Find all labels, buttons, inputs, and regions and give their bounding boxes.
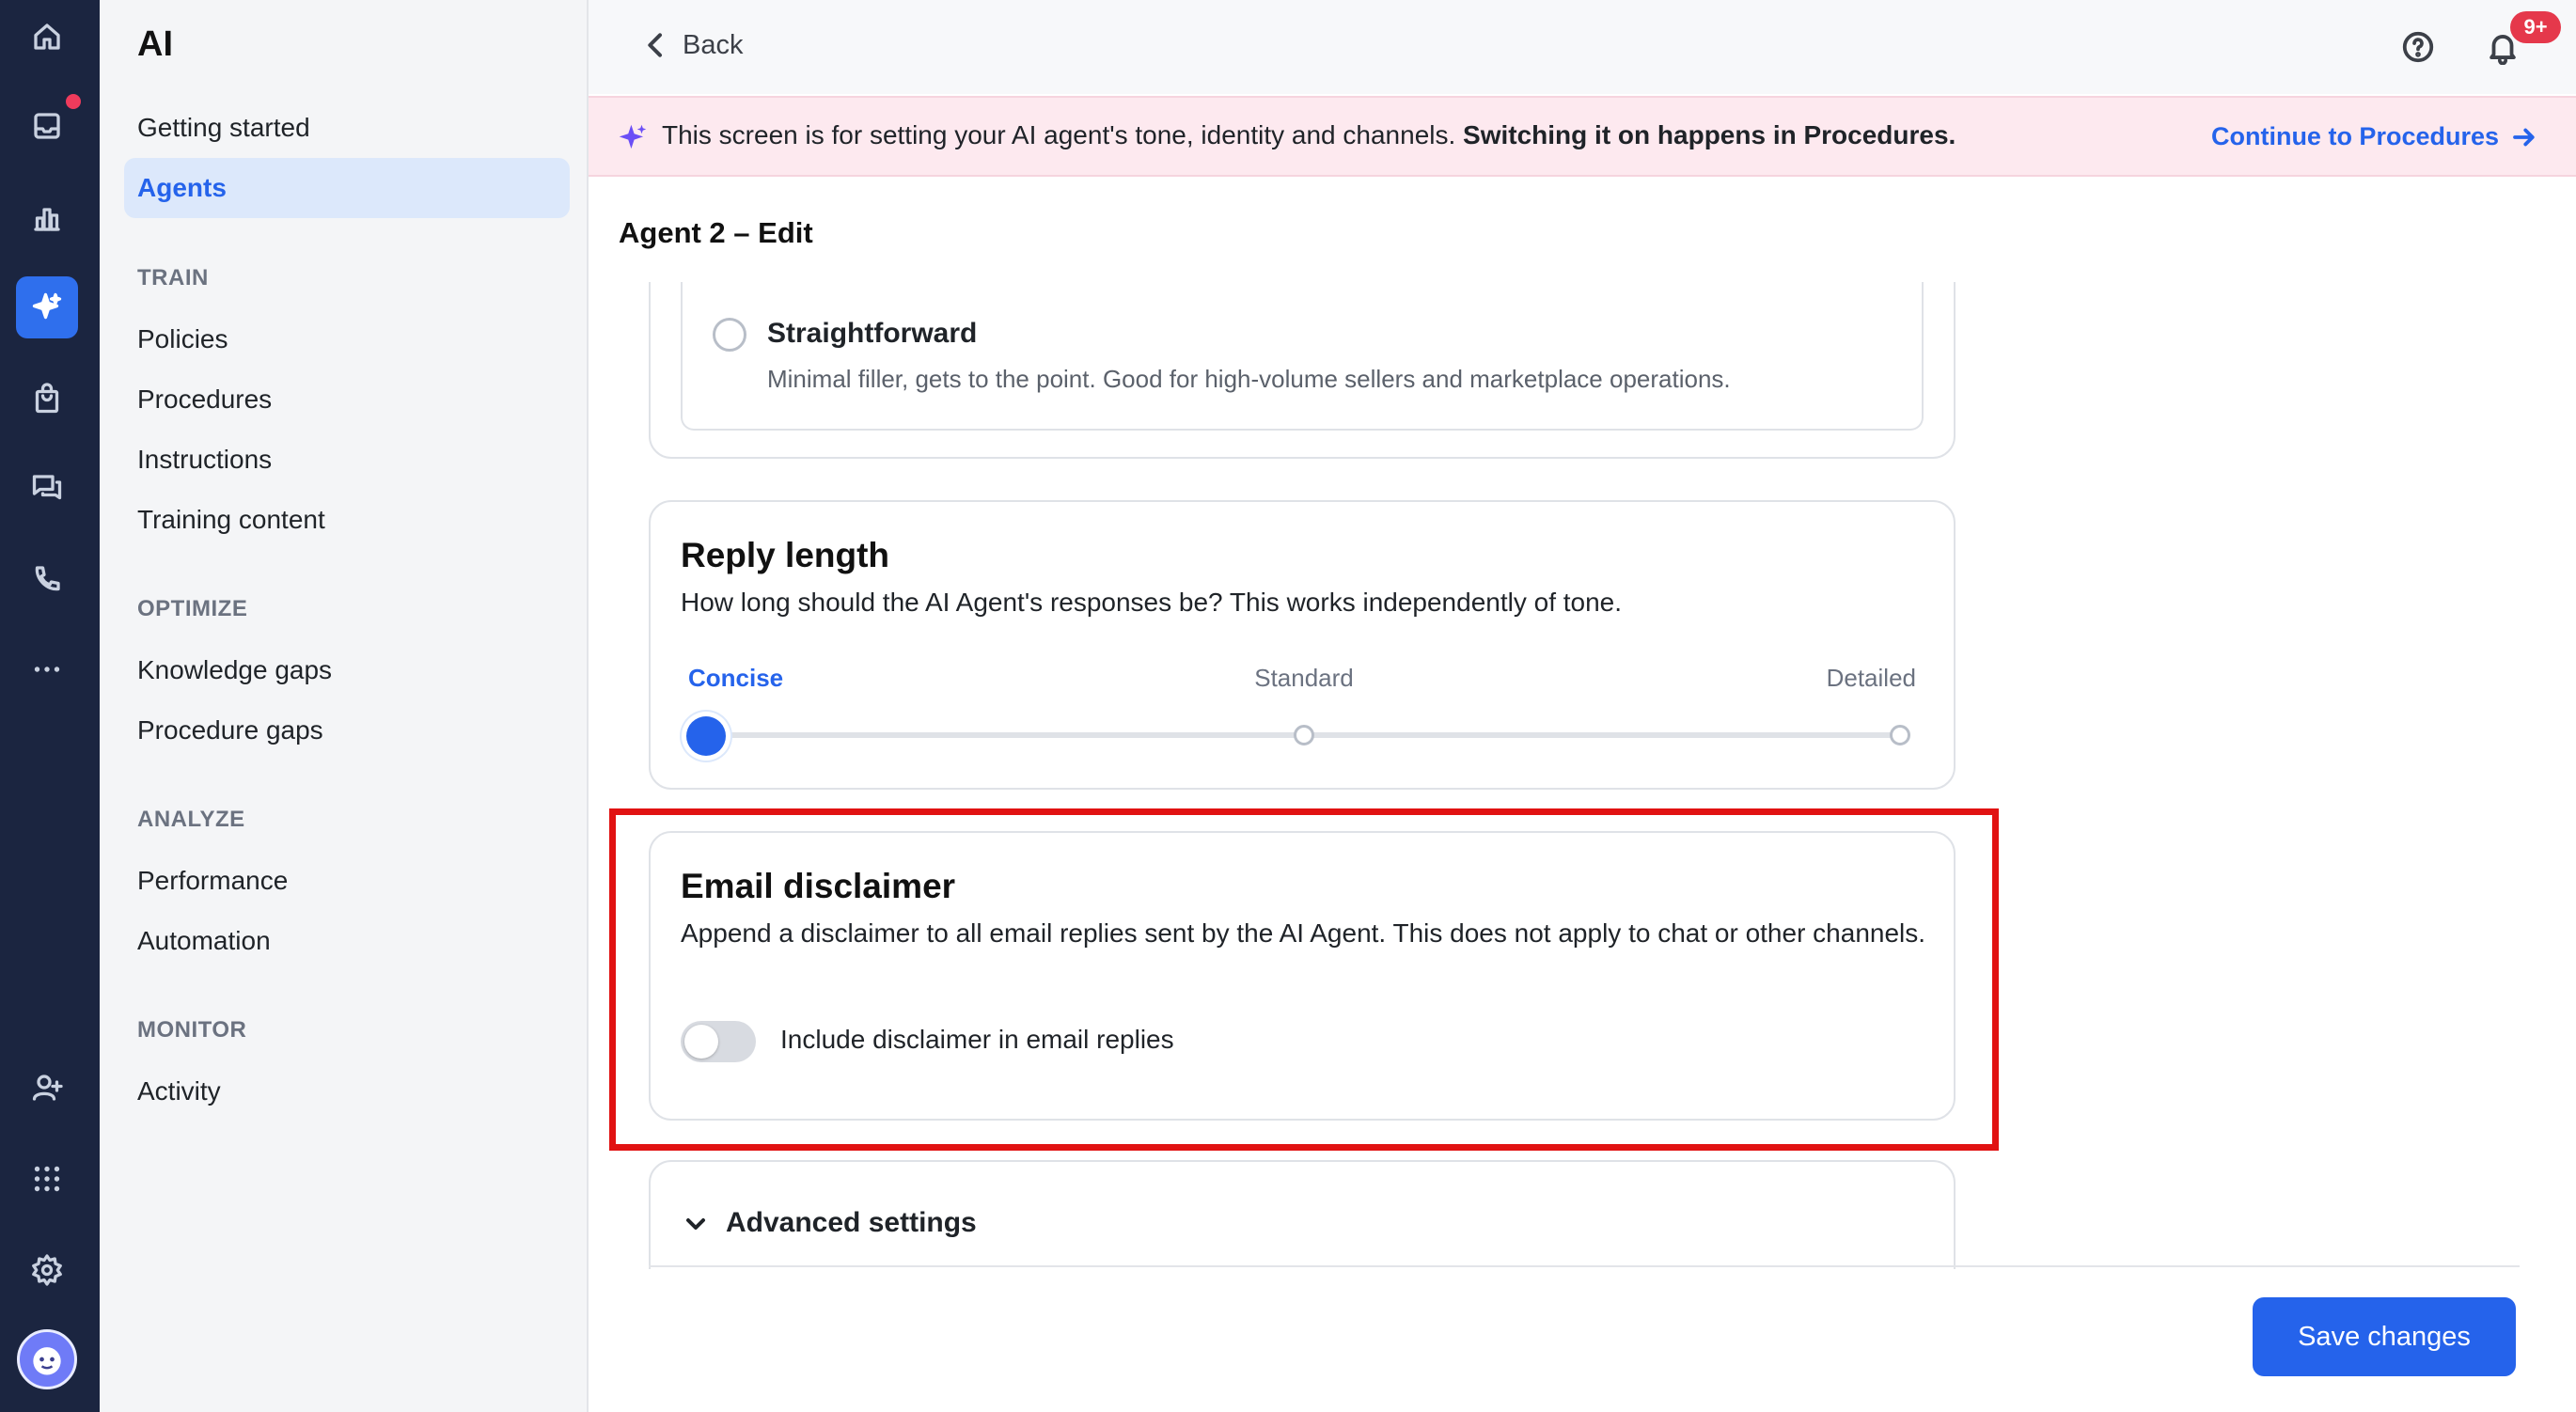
main-content: Back 9+ This screen is for setting your …	[589, 0, 2576, 1412]
top-bar: Back 9+	[589, 0, 2576, 94]
chevron-left-icon	[648, 33, 662, 57]
advanced-settings-card[interactable]: Advanced settings	[649, 1160, 1956, 1269]
include-disclaimer-toggle[interactable]	[681, 1021, 756, 1062]
reply-length-slider-handle[interactable]	[686, 716, 726, 756]
reply-length-title: Reply length	[681, 536, 890, 574]
chat-icon[interactable]	[16, 457, 78, 519]
slider-label-detailed[interactable]: Detailed	[1827, 664, 1916, 693]
sidebar-item-procedure-gaps[interactable]: Procedure gaps	[137, 715, 323, 745]
tone-radio-straightforward[interactable]	[713, 318, 746, 352]
slider-stop-standard[interactable]	[1294, 725, 1314, 745]
slider-stop-detailed[interactable]	[1890, 725, 1910, 745]
settings-icon[interactable]	[16, 1239, 78, 1301]
sidebar-item-knowledge-gaps[interactable]: Knowledge gaps	[137, 655, 332, 685]
sidebar-item-performance[interactable]: Performance	[137, 866, 288, 896]
banner-text: This screen is for setting your AI agent…	[662, 120, 1956, 150]
banner-link-label: Continue to Procedures	[2210, 122, 2499, 150]
apps-grid-icon[interactable]	[16, 1148, 78, 1210]
more-icon[interactable]	[16, 638, 78, 700]
help-icon[interactable]	[2395, 24, 2441, 70]
app-rail	[0, 0, 100, 1412]
tone-card: Straightforward Minimal filler, gets to …	[649, 282, 1956, 459]
sidebar-title: AI	[137, 24, 173, 64]
analytics-icon[interactable]	[16, 187, 78, 249]
sparkle-icon	[619, 124, 647, 149]
slider-label-standard[interactable]: Standard	[651, 664, 1957, 693]
phone-icon[interactable]	[16, 548, 78, 610]
shopping-bag-icon[interactable]	[16, 368, 78, 430]
chevron-down-icon	[681, 1209, 711, 1239]
advanced-settings-label: Advanced settings	[726, 1207, 977, 1238]
sidebar-item-getting-started[interactable]: Getting started	[137, 113, 310, 143]
sidebar-item-activity[interactable]: Activity	[137, 1076, 221, 1106]
page-title: Agent 2 – Edit	[619, 216, 813, 249]
user-avatar[interactable]	[17, 1329, 77, 1389]
sidebar-item-training-content[interactable]: Training content	[137, 505, 325, 535]
save-changes-button[interactable]: Save changes	[2253, 1297, 2516, 1376]
include-disclaimer-label[interactable]: Include disclaimer in email replies	[780, 1025, 1174, 1055]
avatar-face-icon	[33, 1347, 61, 1375]
back-button[interactable]: Back	[641, 23, 743, 68]
email-disclaimer-description: Append a disclaimer to all email replies…	[681, 918, 1926, 948]
sidebar-section-monitor: MONITOR	[137, 1017, 247, 1043]
sidebar-section-analyze: ANALYZE	[137, 807, 245, 832]
back-label: Back	[683, 29, 744, 60]
home-icon[interactable]	[16, 6, 78, 68]
ai-sidebar: AI Getting started Agents TRAIN Policies…	[100, 0, 589, 1412]
sidebar-item-agents[interactable]: Agents	[124, 158, 570, 218]
settings-scroll-area[interactable]: Straightforward Minimal filler, gets to …	[589, 282, 2576, 1269]
sidebar-section-train: TRAIN	[137, 265, 209, 290]
arrow-right-icon	[2513, 128, 2535, 146]
sidebar-section-optimize: OPTIMIZE	[137, 596, 248, 621]
ai-sparkle-icon[interactable]	[16, 276, 78, 338]
info-banner: This screen is for setting your AI agent…	[589, 96, 2576, 177]
inbox-notification-dot	[64, 92, 83, 111]
toggle-knob	[684, 1025, 718, 1059]
tone-option-description: Minimal filler, gets to the point. Good …	[767, 365, 1731, 393]
footer-divider	[649, 1265, 2520, 1267]
add-user-icon[interactable]	[16, 1057, 78, 1119]
reply-length-card: Reply length How long should the AI Agen…	[649, 500, 1956, 790]
tone-option-straightforward[interactable]: Straightforward Minimal filler, gets to …	[681, 282, 1924, 431]
continue-to-procedures-link[interactable]: Continue to Procedures	[2211, 122, 2538, 151]
tone-option-name: Straightforward	[767, 318, 978, 349]
email-disclaimer-title: Email disclaimer	[681, 867, 956, 905]
notification-count-badge: 9+	[2510, 11, 2561, 43]
sidebar-item-instructions[interactable]: Instructions	[137, 445, 272, 475]
email-disclaimer-card: Email disclaimer Append a disclaimer to …	[649, 831, 1956, 1121]
banner-message: This screen is for setting your AI agent…	[662, 120, 1464, 149]
reply-length-description: How long should the AI Agent's responses…	[681, 588, 1623, 617]
banner-bold-message: Switching it on happens in Procedures.	[1463, 120, 1956, 149]
sidebar-item-automation[interactable]: Automation	[137, 926, 271, 956]
sidebar-item-policies[interactable]: Policies	[137, 324, 228, 354]
sidebar-item-procedures[interactable]: Procedures	[137, 384, 272, 415]
